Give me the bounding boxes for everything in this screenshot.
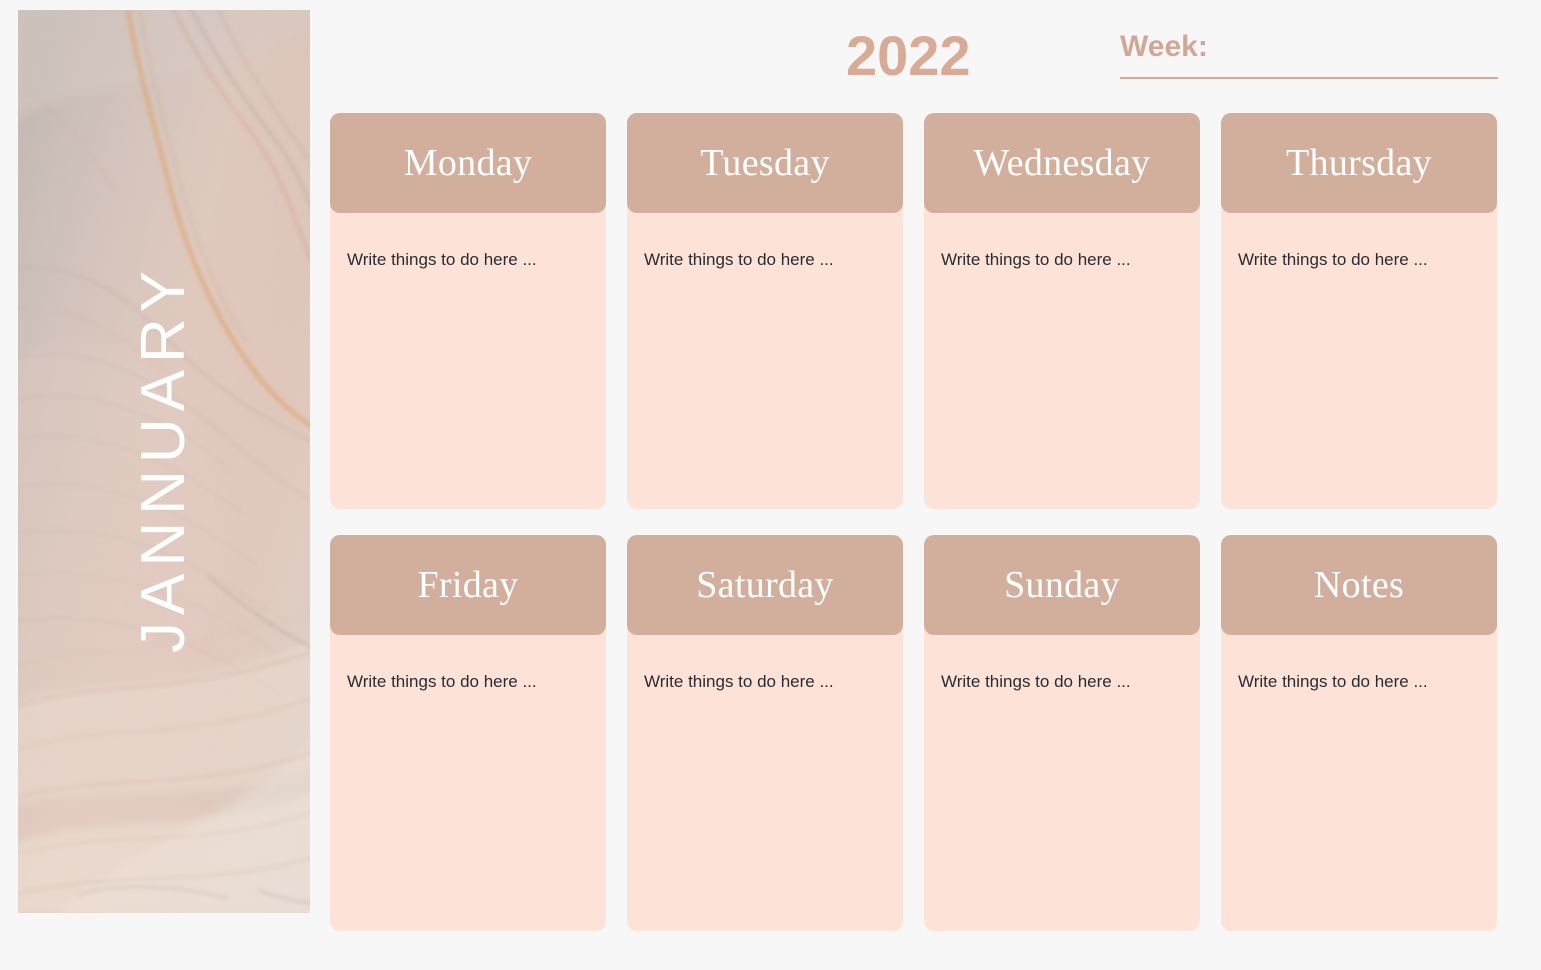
note-input-notes[interactable]: [1238, 669, 1482, 909]
note-input-wednesday[interactable]: [941, 247, 1185, 487]
card-title: Friday: [417, 564, 519, 606]
day-card-tuesday: Tuesday: [627, 113, 903, 509]
day-cards-grid: Monday Tuesday Wednesday Thursday Friday: [330, 113, 1497, 933]
card-title: Sunday: [1004, 564, 1120, 606]
card-header-thursday: Thursday: [1221, 113, 1497, 213]
note-input-sunday[interactable]: [941, 669, 1185, 909]
card-header-monday: Monday: [330, 113, 606, 213]
note-input-tuesday[interactable]: [644, 247, 888, 487]
week-input[interactable]: [1120, 64, 1498, 79]
card-header-tuesday: Tuesday: [627, 113, 903, 213]
note-input-friday[interactable]: [347, 669, 591, 909]
day-card-sunday: Sunday: [924, 535, 1200, 931]
note-input-saturday[interactable]: [644, 669, 888, 909]
planner-header: 2022 Week:: [330, 12, 1498, 92]
card-title: Tuesday: [700, 142, 830, 184]
week-field: Week:: [1120, 30, 1498, 79]
day-card-thursday: Thursday: [1221, 113, 1497, 509]
card-title: Thursday: [1286, 142, 1432, 184]
day-card-saturday: Saturday: [627, 535, 903, 931]
day-card-monday: Monday: [330, 113, 606, 509]
note-input-monday[interactable]: [347, 247, 591, 487]
day-card-notes: Notes: [1221, 535, 1497, 931]
marble-texture-image: [18, 10, 310, 913]
year-title: 2022: [846, 24, 971, 87]
card-title: Notes: [1313, 564, 1405, 606]
card-header-wednesday: Wednesday: [924, 113, 1200, 213]
week-label: Week:: [1120, 30, 1208, 63]
month-marble-panel: JANNUARY: [18, 10, 310, 913]
card-title: Monday: [403, 142, 533, 184]
day-card-friday: Friday: [330, 535, 606, 931]
card-header-notes: Notes: [1221, 535, 1497, 635]
card-title: Saturday: [696, 564, 834, 606]
card-title: Wednesday: [973, 142, 1151, 184]
card-header-saturday: Saturday: [627, 535, 903, 635]
card-header-friday: Friday: [330, 535, 606, 635]
note-input-thursday[interactable]: [1238, 247, 1482, 487]
card-header-sunday: Sunday: [924, 535, 1200, 635]
day-card-wednesday: Wednesday: [924, 113, 1200, 509]
